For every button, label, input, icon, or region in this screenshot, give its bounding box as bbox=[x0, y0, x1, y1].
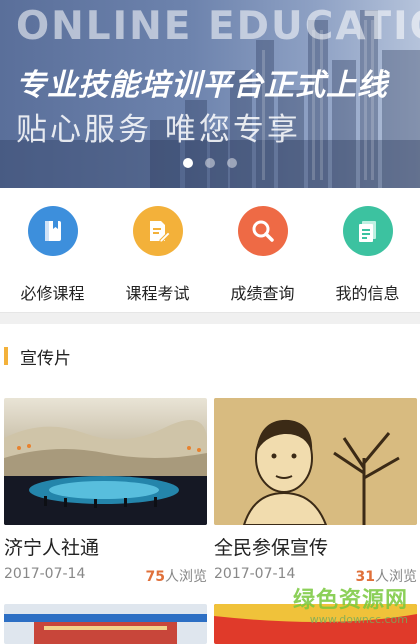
watermark-url: www.downcc.com bbox=[309, 613, 408, 626]
watermark-logo: 绿色资源网 www.downcc.com bbox=[292, 588, 408, 626]
video-meta: 2017-07-14 31人浏览 bbox=[214, 566, 417, 586]
menu-item-my-info[interactable]: 我的信息 bbox=[315, 188, 420, 312]
search-icon bbox=[237, 206, 288, 256]
banner-tagline: 贴心服务 唯您专享 bbox=[16, 112, 301, 148]
menu-item-score-query[interactable]: 成绩查询 bbox=[210, 188, 315, 312]
carousel-indicator bbox=[0, 158, 420, 168]
section-header: 宣传片 bbox=[0, 324, 420, 388]
video-title[interactable]: 济宁人社通 bbox=[4, 533, 207, 560]
video-meta: 2017-07-14 75人浏览 bbox=[4, 566, 207, 586]
video-thumbnail-building[interactable] bbox=[4, 604, 207, 644]
video-thumbnail-sand-art[interactable] bbox=[214, 398, 417, 525]
view-count: 75人浏览 bbox=[146, 566, 207, 586]
view-count: 31人浏览 bbox=[356, 566, 417, 586]
book-icon bbox=[27, 206, 78, 256]
menu-label: 成绩查询 bbox=[230, 284, 295, 303]
promo-banner[interactable]: ONLINE EDUCATION 专业技能培训平台正式上线 贴心服务 唯您专享 bbox=[0, 0, 420, 188]
menu-label: 我的信息 bbox=[335, 284, 400, 303]
quick-menu: 必修课程 课程考试 成绩查询 我的信息 bbox=[0, 188, 420, 312]
section-title: 宣传片 bbox=[20, 348, 71, 369]
section-divider bbox=[0, 312, 420, 324]
banner-headline: 专业技能培训平台正式上线 bbox=[16, 68, 388, 103]
view-count-suffix: 人浏览 bbox=[165, 569, 207, 585]
menu-label: 课程考试 bbox=[125, 284, 190, 303]
carousel-dot-3[interactable] bbox=[227, 158, 237, 168]
carousel-dot-1[interactable] bbox=[183, 158, 193, 168]
view-count-suffix: 人浏览 bbox=[375, 569, 417, 585]
carousel-dot-2[interactable] bbox=[205, 158, 215, 168]
video-date: 2017-07-14 bbox=[4, 566, 86, 582]
video-title[interactable]: 全民参保宣传 bbox=[214, 533, 417, 560]
video-date: 2017-07-14 bbox=[214, 566, 296, 582]
video-card[interactable]: 全民参保宣传 2017-07-14 31人浏览 bbox=[214, 398, 417, 586]
document-icon bbox=[342, 206, 393, 256]
menu-label: 必修课程 bbox=[20, 284, 85, 303]
menu-item-course-exam[interactable]: 课程考试 bbox=[105, 188, 210, 312]
video-thumbnail-stage-performance[interactable] bbox=[4, 398, 207, 525]
exam-pencil-icon bbox=[132, 206, 183, 256]
watermark-text: 绿色资源网 bbox=[292, 588, 408, 613]
banner-english-title: ONLINE EDUCATION bbox=[16, 4, 420, 49]
view-count-number: 75 bbox=[145, 569, 165, 585]
view-count-number: 31 bbox=[355, 569, 375, 585]
menu-item-required-courses[interactable]: 必修课程 bbox=[0, 188, 105, 312]
video-card[interactable]: 济宁人社通 2017-07-14 75人浏览 bbox=[4, 398, 207, 586]
section-accent-bar bbox=[4, 347, 8, 365]
